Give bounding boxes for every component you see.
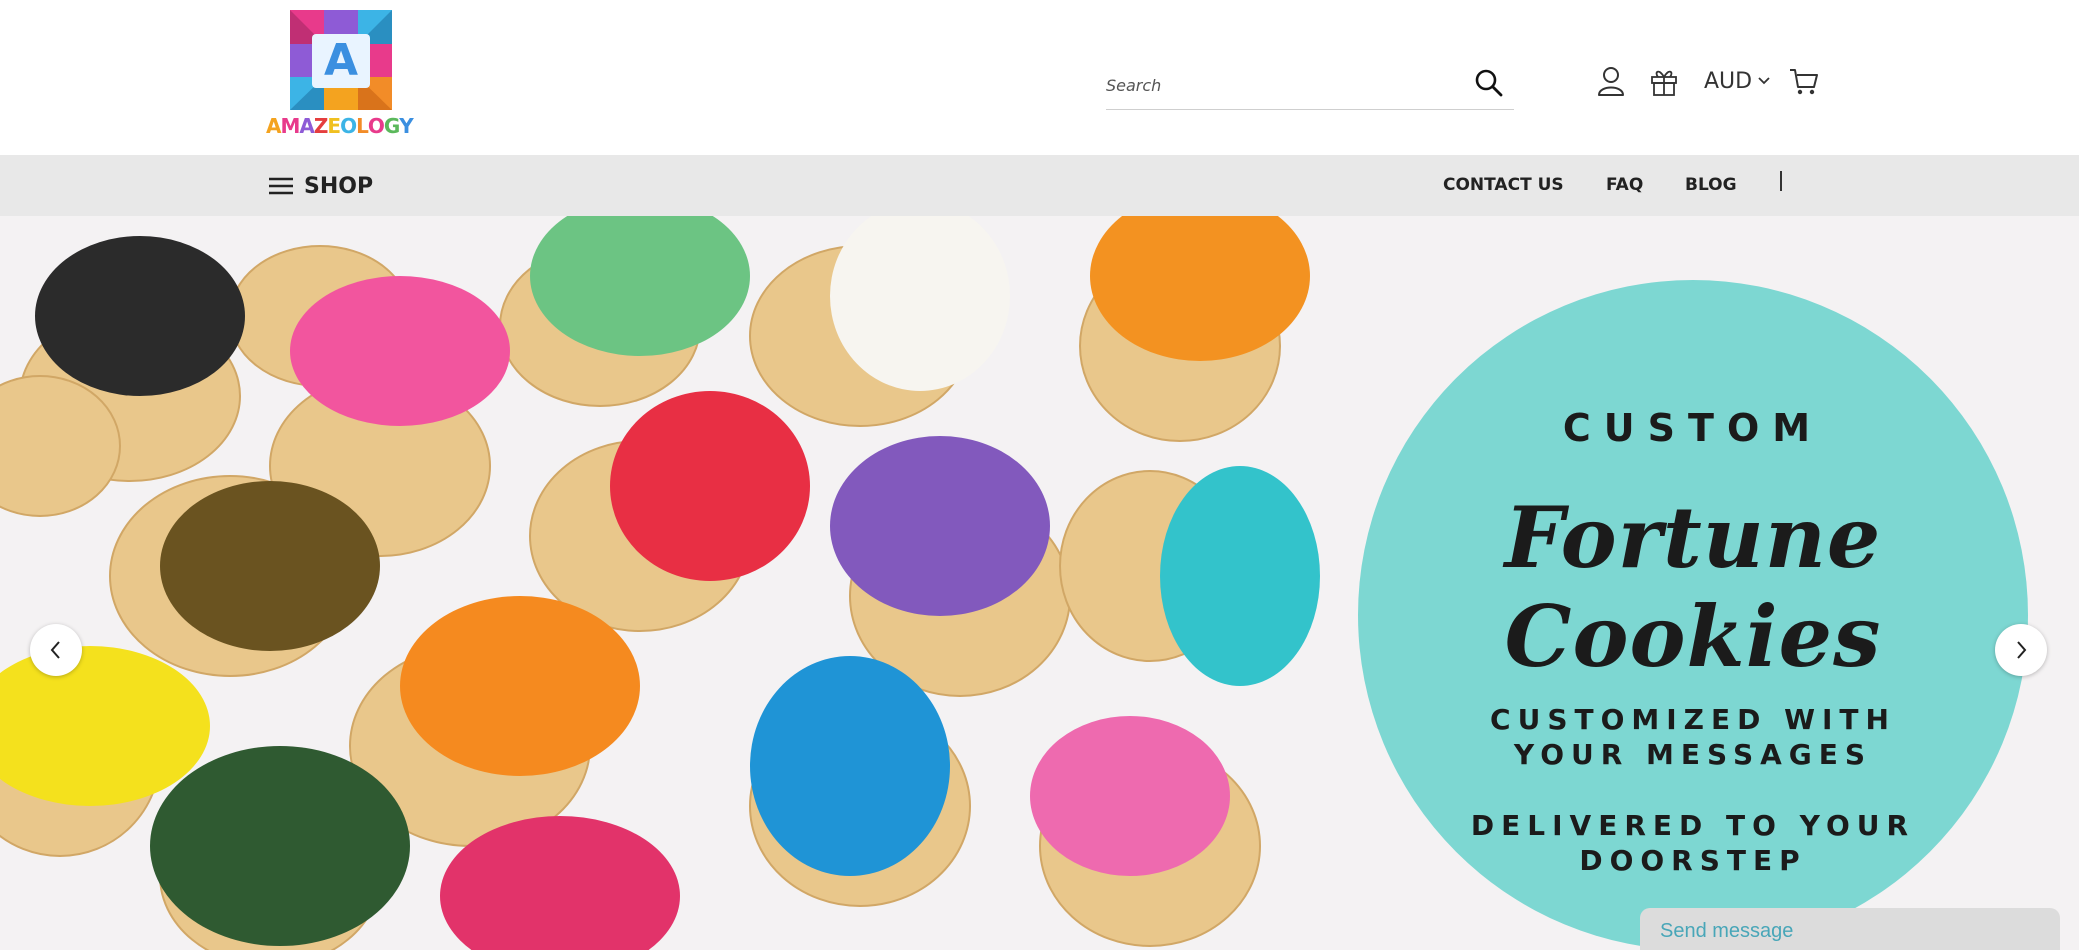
promo-title: Fortune Cookies bbox=[1504, 488, 1882, 686]
nav-divider bbox=[1780, 171, 1782, 191]
chevron-left-icon bbox=[50, 641, 60, 659]
hero-slider: CUSTOM Fortune Cookies CUSTOMIZED WITH Y… bbox=[0, 216, 2079, 950]
search-bar bbox=[1106, 62, 1514, 110]
nav-link-faq[interactable]: FAQ bbox=[1606, 175, 1643, 195]
logo-wordmark-letter: G bbox=[383, 114, 400, 138]
logo-wordmark: AMAZEOLOGY bbox=[266, 114, 416, 140]
chevron-down-icon bbox=[1758, 77, 1770, 85]
promo-subtitle-1b: YOUR MESSAGES bbox=[1513, 738, 1873, 771]
promo-subtitle-1: CUSTOMIZED WITH YOUR MESSAGES bbox=[1358, 702, 2028, 772]
logo-wordmark-letter: Y bbox=[399, 114, 414, 138]
site-logo[interactable]: A AMAZEOLOGY bbox=[266, 8, 416, 140]
logo-wordmark-letter: O bbox=[340, 114, 357, 138]
gift-icon bbox=[1651, 70, 1677, 96]
promo-subtitle-2b: DOORSTEP bbox=[1579, 844, 1807, 877]
logo-wordmark-letter: Z bbox=[313, 114, 328, 138]
logo-wordmark-letter: A bbox=[266, 114, 282, 138]
search-icon bbox=[1475, 69, 1503, 97]
promo-subtitle-2a: DELIVERED TO YOUR bbox=[1470, 809, 1916, 842]
search-button[interactable] bbox=[1472, 66, 1506, 100]
cart-button[interactable] bbox=[1787, 64, 1821, 98]
logo-wordmark-letter: A bbox=[299, 114, 315, 138]
slider-next-button[interactable] bbox=[1995, 624, 2047, 676]
promo-subtitle-1a: CUSTOMIZED WITH bbox=[1490, 703, 1896, 736]
promo-circle: CUSTOM Fortune Cookies CUSTOMIZED WITH Y… bbox=[1358, 280, 2028, 950]
gift-button[interactable] bbox=[1647, 64, 1681, 98]
main-nav: SHOP CONTACT US FAQ BLOG bbox=[0, 155, 2079, 216]
promo-heading: CUSTOM bbox=[1562, 406, 1824, 450]
slider-prev-button[interactable] bbox=[30, 624, 82, 676]
chevron-right-icon bbox=[2017, 641, 2027, 659]
logo-wordmark-letter: L bbox=[356, 114, 369, 138]
cart-icon bbox=[1790, 69, 1818, 95]
user-icon bbox=[1598, 67, 1624, 96]
promo-subtitle-2: DELIVERED TO YOUR DOORSTEP bbox=[1358, 808, 2028, 878]
currency-label: AUD bbox=[1704, 68, 1753, 94]
fortune-cookies-image bbox=[0, 216, 1320, 950]
shop-label: SHOP bbox=[304, 173, 374, 199]
hamburger-menu-icon bbox=[269, 177, 293, 195]
site-header: A AMAZEOLOGY AUD bbox=[0, 0, 2079, 155]
send-message-chat-button[interactable]: Send message bbox=[1640, 908, 2060, 950]
logo-wordmark-letter: E bbox=[327, 114, 341, 138]
logo-letter: A bbox=[312, 34, 370, 88]
nav-link-contact-us[interactable]: CONTACT US bbox=[1443, 175, 1564, 195]
shop-menu-button[interactable]: SHOP bbox=[268, 169, 373, 203]
account-button[interactable] bbox=[1594, 64, 1628, 98]
search-input[interactable] bbox=[1106, 70, 1456, 100]
currency-selector[interactable]: AUD bbox=[1704, 66, 1770, 96]
logo-wordmark-letter: M bbox=[280, 114, 300, 138]
logo-wordmark-letter: O bbox=[367, 114, 385, 138]
nav-link-blog[interactable]: BLOG bbox=[1685, 175, 1737, 195]
